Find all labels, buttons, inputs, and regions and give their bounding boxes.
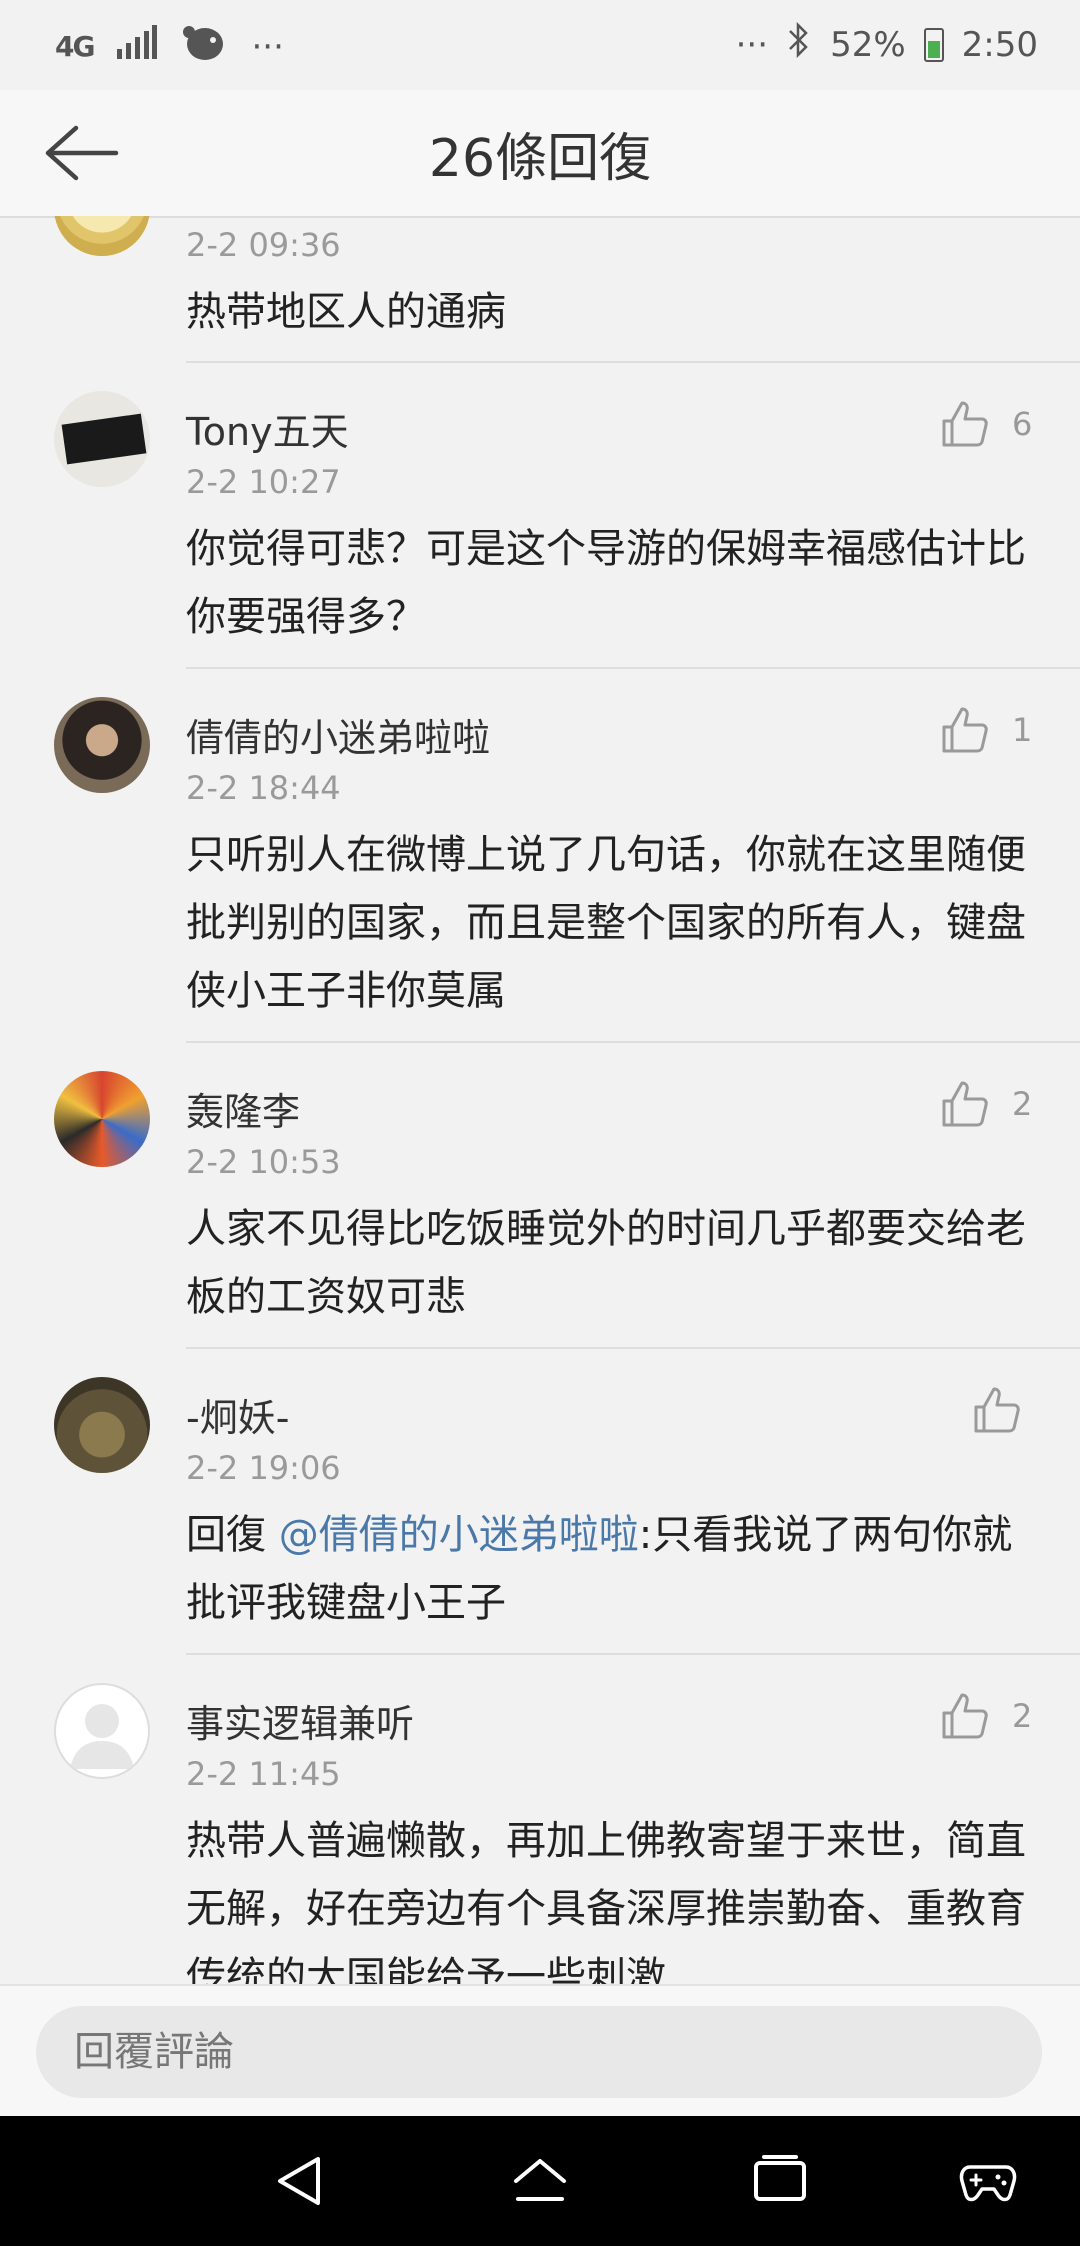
like-button[interactable] xyxy=(940,1691,990,1741)
like-button[interactable] xyxy=(972,1385,1022,1435)
more-status-icons: ··· xyxy=(735,24,769,65)
nav-back-button[interactable] xyxy=(270,2151,330,2211)
default-avatar-icon xyxy=(70,1704,134,1769)
reply-prefix: 回復 xyxy=(186,1512,279,1558)
divider xyxy=(186,1041,1080,1043)
comment-text[interactable]: 人家不见得比吃饭睡觉外的时间几乎都要交给老板的工资奴可悲 xyxy=(186,1195,1036,1331)
commenter-name[interactable]: 倩倩的小迷弟啦啦 xyxy=(186,707,490,762)
commenter-name[interactable]: 轰隆李 xyxy=(186,1081,300,1136)
home-icon xyxy=(514,2159,566,2201)
avatar[interactable] xyxy=(54,216,150,256)
comment-text[interactable]: 热带地区人的通病 xyxy=(186,278,1036,346)
app-notification-icon xyxy=(181,22,227,71)
comment-list[interactable]: 2-2 09:36 热带地区人的通病 Tony五天 6 2-2 10:27 你觉… xyxy=(0,216,1080,1984)
signal-icon xyxy=(117,25,158,68)
top-app-bar: 26條回復 xyxy=(0,90,1080,218)
commenter-name[interactable]: 事实逻辑兼听 xyxy=(186,1693,414,1748)
like-button[interactable] xyxy=(940,1079,990,1129)
commenter-name[interactable]: -炯妖- xyxy=(186,1387,289,1442)
like-count: 2 xyxy=(1012,1085,1033,1123)
avatar[interactable] xyxy=(54,391,150,487)
recents-icon xyxy=(754,2155,806,2201)
thumbs-up-icon xyxy=(942,707,988,753)
thumbs-up-icon xyxy=(942,1081,988,1127)
avatar[interactable] xyxy=(54,697,150,793)
commenter-name[interactable]: Tony五天 xyxy=(186,401,349,456)
mention-link[interactable]: @倩倩的小迷弟啦啦 xyxy=(279,1512,639,1558)
like-count: 1 xyxy=(1012,711,1033,749)
comment-time: 2-2 11:45 xyxy=(186,1755,341,1793)
battery-percent: 52% xyxy=(830,24,906,65)
divider xyxy=(186,667,1080,669)
battery-icon xyxy=(923,27,944,62)
divider xyxy=(186,361,1080,363)
like-count: 6 xyxy=(1012,405,1033,443)
page-title: 26條回復 xyxy=(428,129,652,189)
comment-time: 2-2 10:53 xyxy=(186,1143,341,1181)
system-nav-bar xyxy=(0,2116,1080,2246)
nav-home-button[interactable] xyxy=(510,2151,570,2211)
reply-bar: 回覆評論 xyxy=(0,1984,1080,2118)
like-button[interactable] xyxy=(940,705,990,755)
gamepad-icon xyxy=(959,2165,1017,2202)
comment-text[interactable]: 你觉得可悲？可是这个导游的保姆幸福感估计比你要强得多？ xyxy=(186,515,1036,651)
comment-time: 2-2 18:44 xyxy=(186,769,341,807)
avatar[interactable] xyxy=(54,1683,150,1779)
game-mode-button[interactable] xyxy=(958,2151,1018,2211)
triangle-back-icon xyxy=(278,2157,320,2205)
comment-text[interactable]: 回復 @倩倩的小迷弟啦啦:只看我说了两句你就批评我键盘小王子 xyxy=(186,1501,1036,1637)
status-bar: 4G ··· ··· 52% 2:50 xyxy=(0,0,1080,90)
reply-input[interactable]: 回覆評論 xyxy=(36,2006,1042,2098)
clock: 2:50 xyxy=(961,24,1038,65)
thumbs-up-icon xyxy=(942,401,988,447)
divider xyxy=(186,1653,1080,1655)
comment-text[interactable]: 热带人普遍懒散，再加上佛教寄望于来世，简直无解，好在旁边有个具备深厚推崇勤奋、重… xyxy=(186,1807,1036,1984)
avatar[interactable] xyxy=(54,1377,150,1473)
nav-recents-button[interactable] xyxy=(750,2151,810,2211)
thumbs-up-icon xyxy=(942,1693,988,1739)
comment-time: 2-2 09:36 xyxy=(186,226,341,264)
comment-time: 2-2 10:27 xyxy=(186,463,341,501)
thumbs-up-icon xyxy=(974,1387,1020,1433)
avatar[interactable] xyxy=(54,1071,150,1167)
like-button[interactable] xyxy=(940,399,990,449)
comment-time: 2-2 19:06 xyxy=(186,1449,341,1487)
more-notifications: ··· xyxy=(251,26,284,67)
network-type: 4G xyxy=(55,30,95,63)
comment-text[interactable]: 只听别人在微博上说了几句话，你就在这里随便批判别的国家，而且是整个国家的所有人，… xyxy=(186,821,1036,1025)
divider xyxy=(186,1347,1080,1349)
like-count: 2 xyxy=(1012,1697,1033,1735)
bluetooth-icon xyxy=(786,21,812,67)
